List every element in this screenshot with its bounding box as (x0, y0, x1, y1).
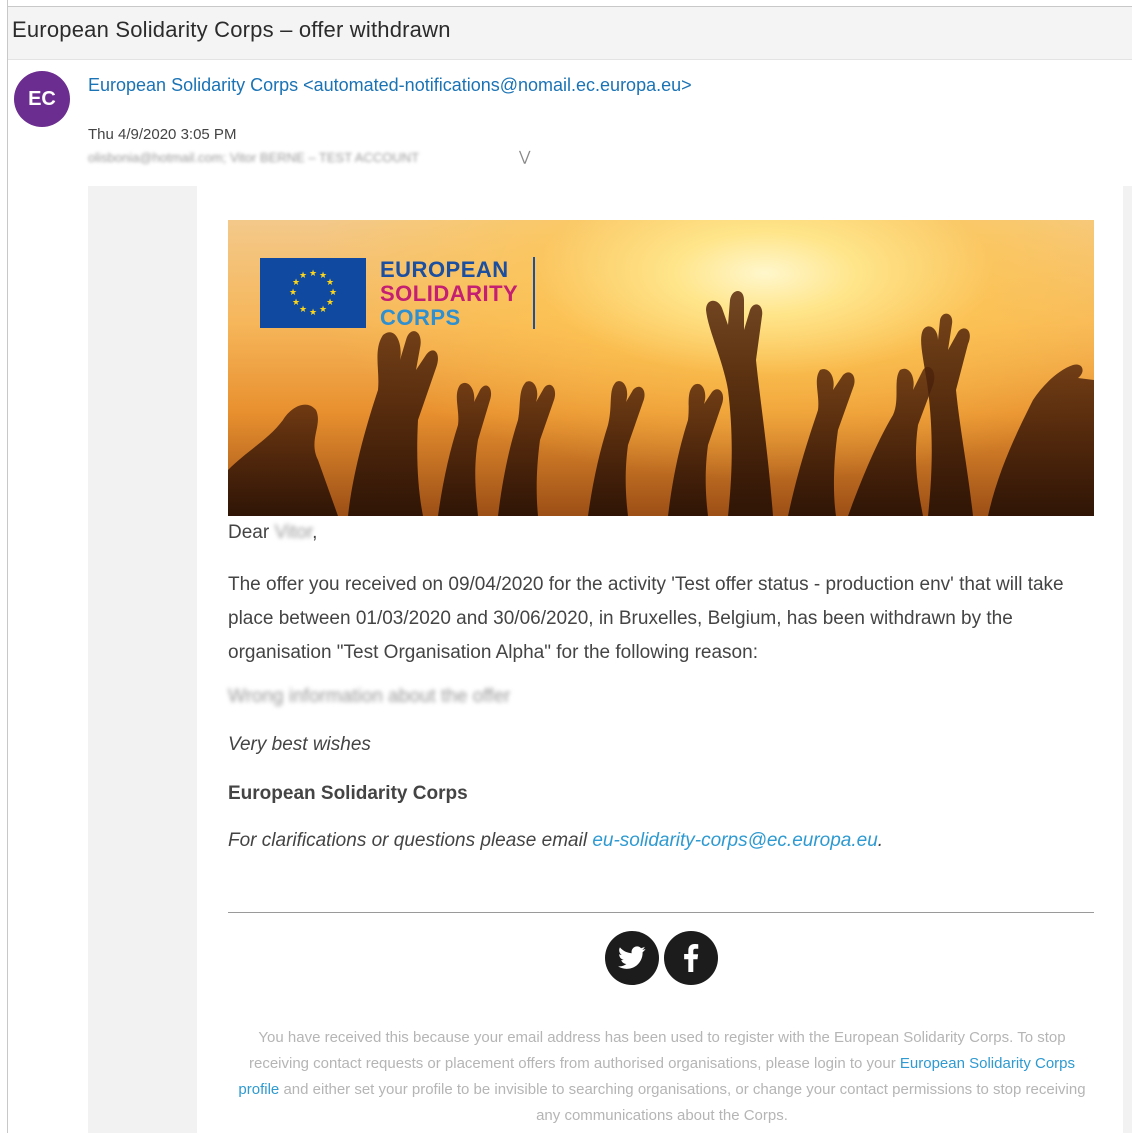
facebook-button[interactable] (664, 931, 718, 985)
sender-name-link[interactable]: European Solidarity Corps <automated-not… (88, 72, 708, 98)
support-email-link[interactable]: eu-solidarity-corps@ec.europa.eu (592, 830, 877, 851)
svg-text:★: ★ (309, 269, 317, 279)
sent-date: Thu 4/9/2020 3:05 PM (88, 126, 237, 143)
avatar-initials: EC (28, 87, 56, 110)
chevron-down-icon[interactable]: ⋁ (519, 148, 530, 165)
greeting: Dear Vitor, (228, 522, 1094, 544)
greeting-label: Dear (228, 522, 270, 543)
svg-text:★: ★ (292, 298, 300, 308)
svg-text:★: ★ (309, 308, 317, 318)
recipients-list[interactable]: olisbonia@hotmail.com; Vitor BERNE – TES… (88, 150, 419, 165)
facebook-icon (684, 944, 699, 972)
closing-wishes: Very best wishes (228, 734, 371, 755)
offer-withdrawn-paragraph: The offer you received on 09/04/2020 for… (228, 574, 1064, 663)
email-subject: European Solidarity Corps – offer withdr… (12, 17, 451, 42)
svg-text:★: ★ (289, 288, 297, 298)
clarification-line: For clarifications or questions please e… (228, 830, 1094, 852)
greeting-punct: , (312, 522, 318, 543)
clarification-end: . (877, 830, 884, 851)
logo-line-european: EUROPEAN (380, 257, 509, 282)
svg-text:★: ★ (299, 271, 307, 281)
header-banner-image: ★ ★ ★ ★ ★ ★ ★ ★ ★ ★ ★ ★ EUROPEAN SOLIDAR… (228, 220, 1094, 516)
svg-text:★: ★ (326, 278, 334, 288)
logo-divider (533, 257, 535, 329)
window-border-left (7, 0, 8, 1133)
footer-disclaimer: You have received this because your emai… (232, 1025, 1092, 1129)
twitter-button[interactable] (605, 931, 659, 985)
withdrawal-reason: Wrong information about the offer (228, 686, 511, 707)
eu-flag-logo: ★ ★ ★ ★ ★ ★ ★ ★ ★ ★ ★ ★ (260, 258, 366, 328)
recipient-first-name: Vitor (274, 522, 313, 543)
svg-text:★: ★ (319, 305, 327, 315)
subject-bar: European Solidarity Corps – offer withdr… (8, 7, 1132, 60)
footer-divider (228, 912, 1094, 913)
logo-line-corps: CORPS (380, 305, 461, 330)
eu-stars-icon: ★ ★ ★ ★ ★ ★ ★ ★ ★ ★ ★ ★ (289, 269, 337, 318)
sender-avatar[interactable]: EC (14, 71, 70, 127)
svg-text:★: ★ (326, 298, 334, 308)
svg-text:★: ★ (329, 288, 337, 298)
clarification-text: For clarifications or questions please e… (228, 830, 593, 851)
logo-line-solidarity: SOLIDARITY (380, 281, 519, 306)
esc-logo-text: EUROPEAN SOLIDARITY CORPS (380, 258, 518, 330)
svg-text:★: ★ (299, 305, 307, 315)
twitter-icon (618, 946, 646, 969)
signature: European Solidarity Corps (228, 783, 468, 804)
footer-text-after: and either set your profile to be invisi… (279, 1081, 1086, 1124)
